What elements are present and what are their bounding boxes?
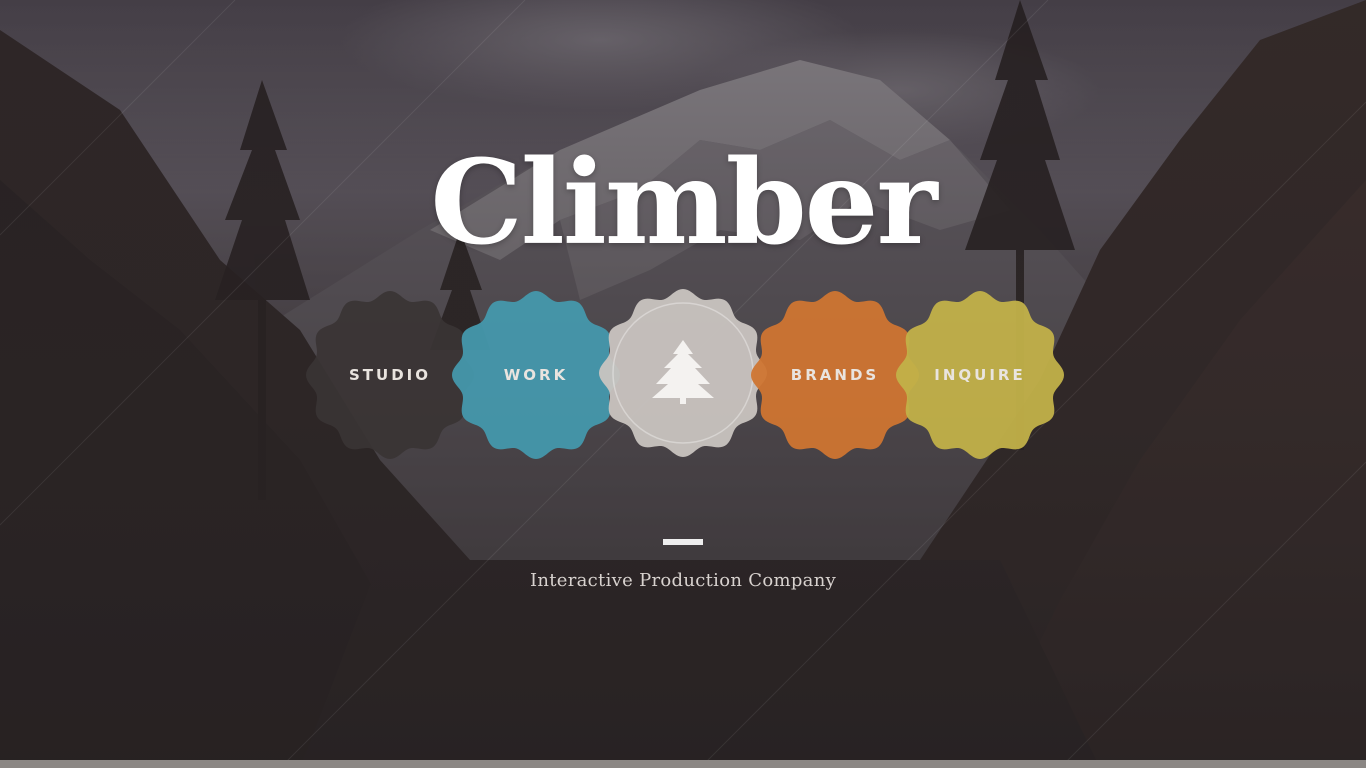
- nav-inquire-button[interactable]: INQUIRE: [895, 290, 1065, 460]
- bottom-scroll-bar: [0, 760, 1366, 768]
- nav-work-label: WORK: [503, 366, 569, 384]
- nav-inquire-label: INQUIRE: [934, 366, 1026, 384]
- landing-page: Climber STUDIO WORK BRANDS INQUIRE Inter…: [0, 0, 1366, 768]
- main-navigation: STUDIO WORK BRANDS INQUIRE: [0, 286, 1366, 462]
- divider-dash: [663, 539, 703, 545]
- home-logo-button[interactable]: [598, 288, 768, 458]
- nav-studio-label: STUDIO: [349, 366, 431, 384]
- company-tagline: Interactive Production Company: [529, 570, 837, 591]
- pine-tree-logo-icon: [652, 340, 714, 404]
- nav-work-button[interactable]: WORK: [451, 290, 621, 460]
- site-logo-title[interactable]: Climber: [0, 128, 1366, 278]
- nav-studio-button[interactable]: STUDIO: [305, 290, 475, 460]
